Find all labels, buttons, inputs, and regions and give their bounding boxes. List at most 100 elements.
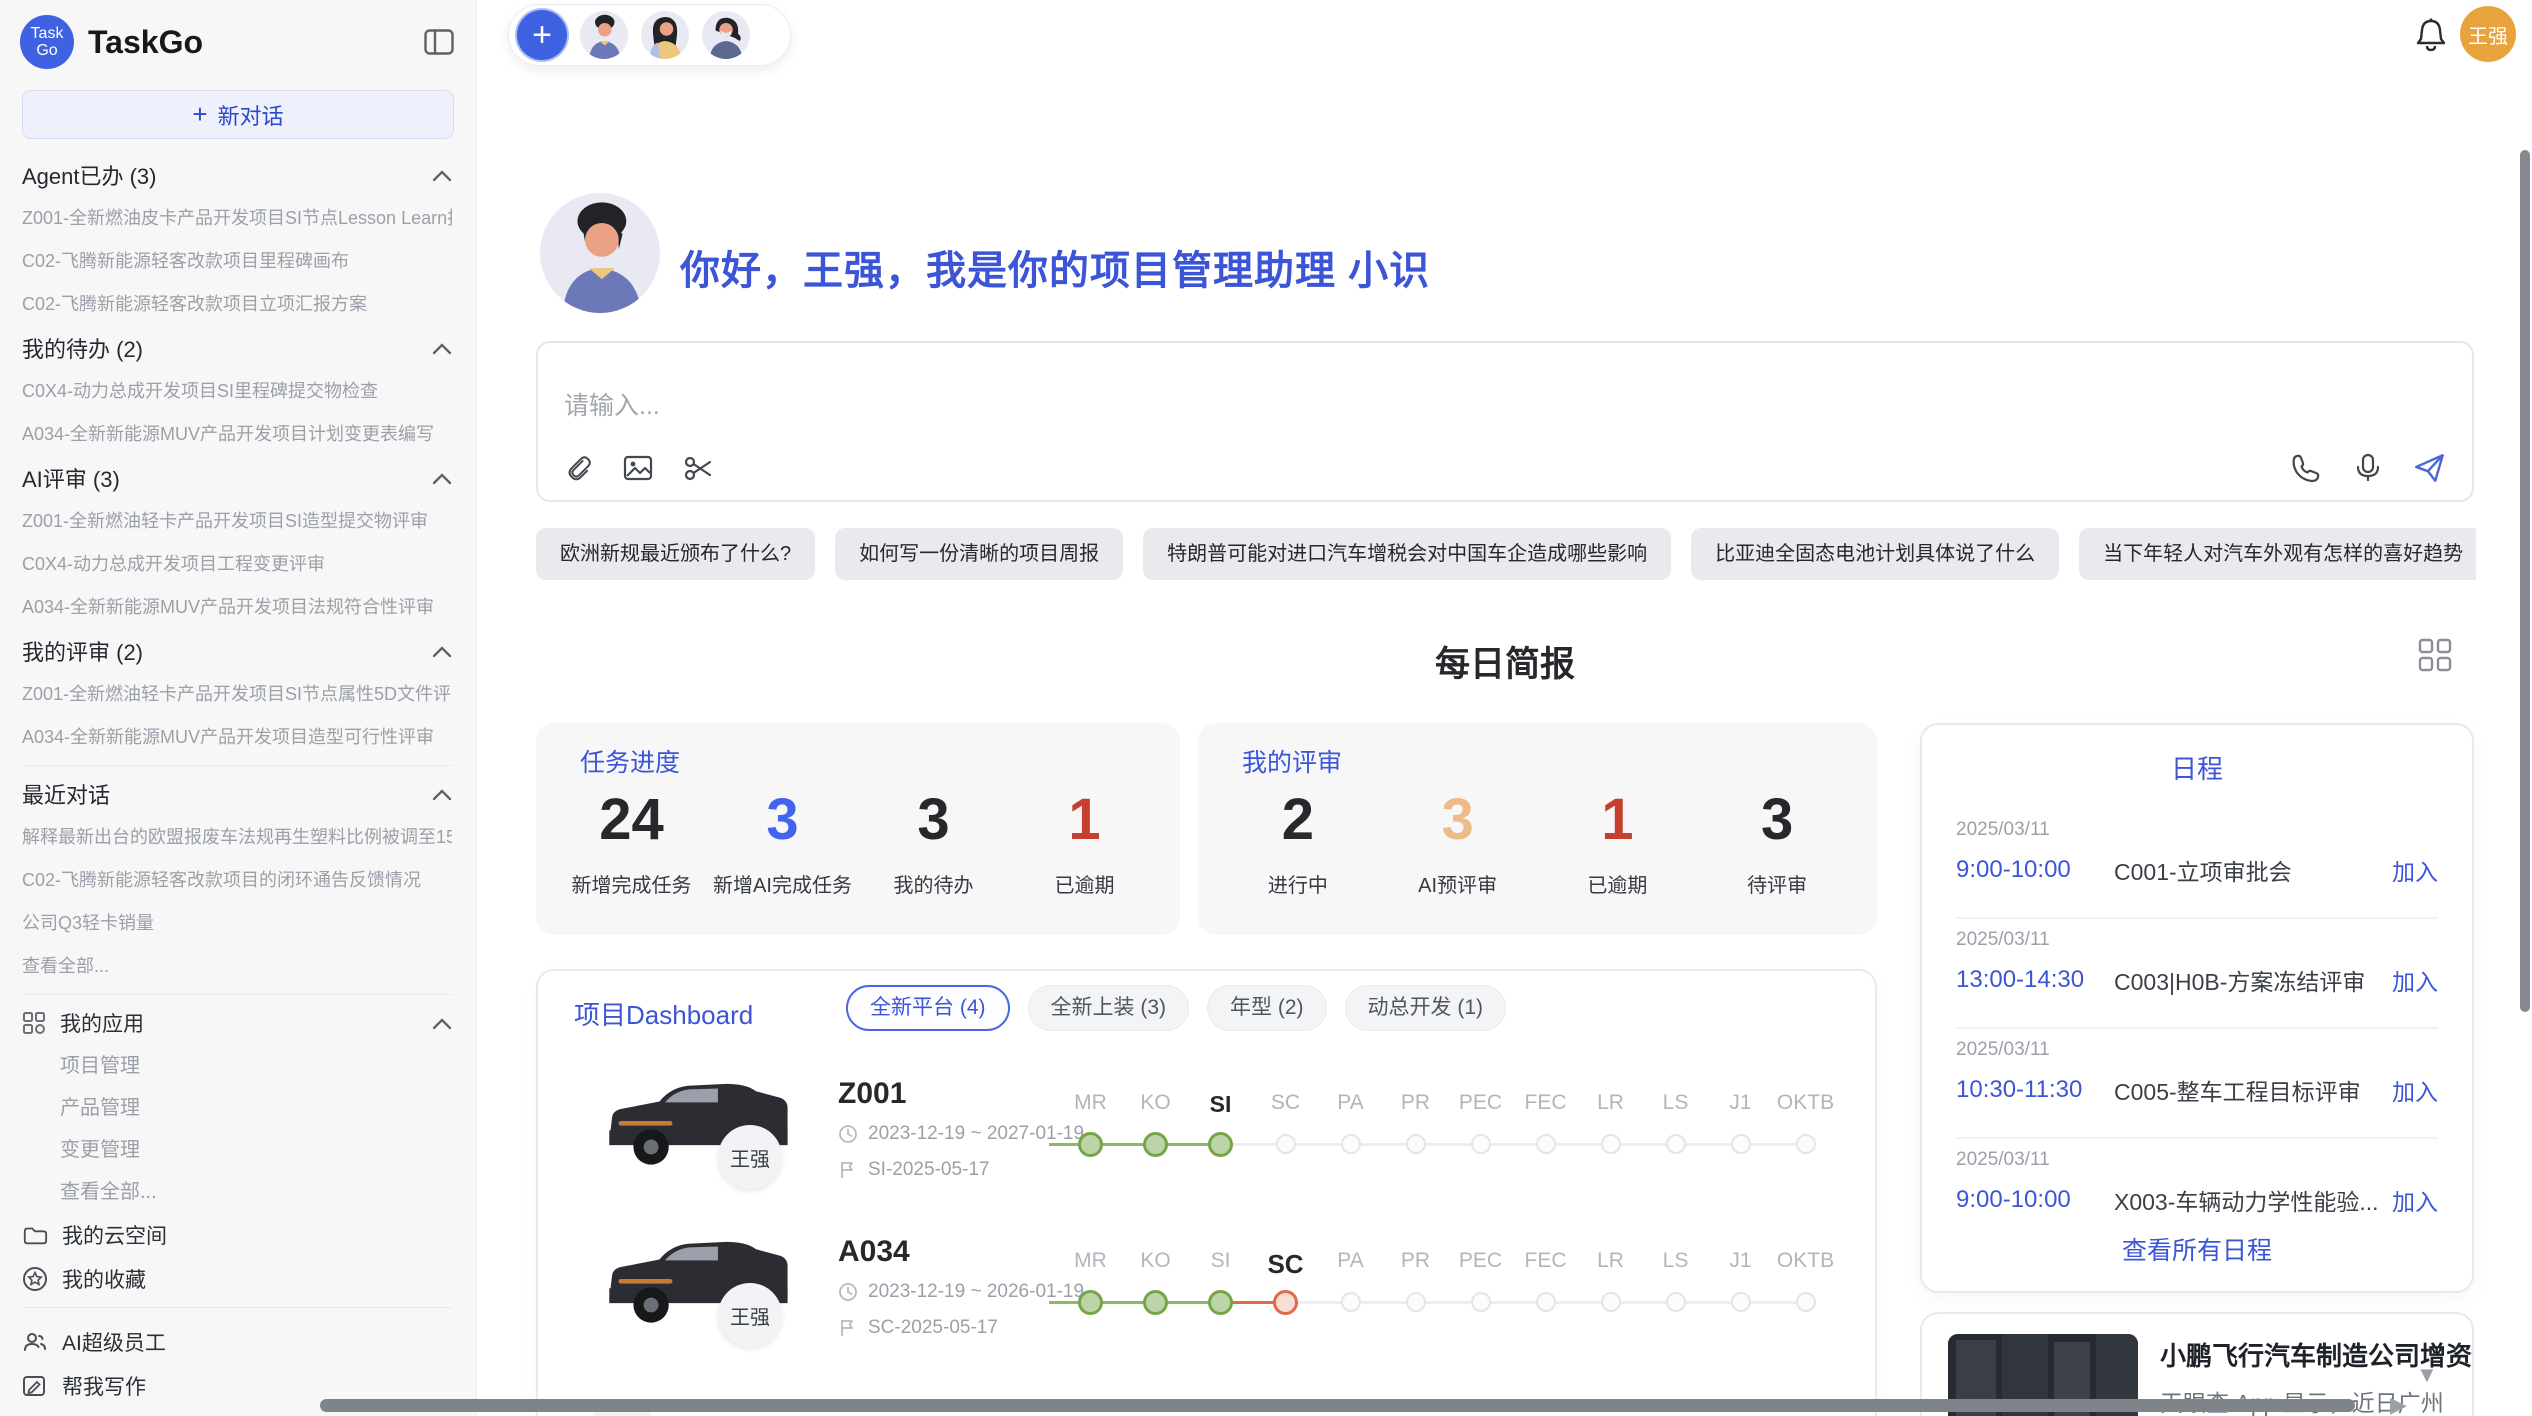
recent-chat-item[interactable]: C02-飞腾新能源轻客改款项目的闭环通告反馈情况: [22, 859, 452, 902]
app-title: TaskGo: [88, 24, 424, 61]
new-chat-button[interactable]: + 新对话: [22, 90, 454, 139]
project-row-z001[interactable]: 王强 Z001 2023-12-19 ~ 2027-01-19 SI-2025-…: [538, 1065, 1875, 1217]
schedule-item: 2025/03/11 9:00-10:00 C001-立项审批会 加入: [1956, 809, 2438, 919]
tab-powertrain[interactable]: 动总开发 (1): [1345, 985, 1507, 1031]
app-item-change-mgmt[interactable]: 变更管理: [22, 1129, 452, 1171]
suggestion-chip[interactable]: 如何写一份清晰的项目周报: [835, 528, 1123, 580]
milestone-dot: [1796, 1134, 1816, 1154]
join-link[interactable]: 加入: [2392, 1073, 2438, 1107]
microphone-icon[interactable]: [2350, 450, 2386, 486]
sidebar-item[interactable]: C02-飞腾新能源轻客改款项目立项汇报方案: [22, 283, 452, 326]
recent-chats-view-all[interactable]: 查看全部...: [22, 945, 452, 988]
sidebar-item[interactable]: Z001-全新燃油皮卡产品开发项目SI节点Lesson Learn报告: [22, 197, 452, 240]
tab-model-year[interactable]: 年型 (2): [1207, 985, 1327, 1031]
project-dates: 2023-12-19 ~ 2027-01-19: [838, 1123, 1084, 1145]
sidebar-item[interactable]: A034-全新新能源MUV产品开发项目计划变更表编写: [22, 413, 452, 456]
section-my-todo[interactable]: 我的待办 (2): [22, 326, 452, 370]
logo-line1: Task: [31, 25, 64, 42]
milestone-dot: [1471, 1292, 1491, 1312]
section-recent-chats[interactable]: 最近对话: [22, 772, 452, 816]
project-dashboard-card: 项目Dashboard 全新平台 (4) 全新上装 (3) 年型 (2) 动总开…: [536, 969, 1877, 1416]
stat: 2进行中: [1218, 785, 1378, 898]
sidebar-item[interactable]: Z001-全新燃油轻卡产品开发项目SI造型提交物评审: [22, 500, 452, 543]
chevron-up-icon: [432, 1017, 452, 1030]
add-session-button[interactable]: +: [517, 10, 567, 60]
app-item-product-mgmt[interactable]: 产品管理: [22, 1087, 452, 1129]
my-favorites[interactable]: 我的收藏: [22, 1257, 452, 1301]
join-link[interactable]: 加入: [2392, 853, 2438, 887]
image-icon[interactable]: [620, 450, 656, 486]
milestone-dot: [1208, 1132, 1233, 1157]
suggestion-chip[interactable]: 特朗普可能对进口汽车增税会对中国车企造成哪些影响: [1143, 528, 1671, 580]
apps-view-all[interactable]: 查看全部...: [22, 1171, 452, 1213]
section-ai-review[interactable]: AI评审 (3): [22, 456, 452, 500]
schedule-title: 日程: [1922, 749, 2472, 786]
my-apps-header[interactable]: 我的应用: [22, 1001, 452, 1045]
section-my-review[interactable]: 我的评审 (2): [22, 629, 452, 673]
sidebar-item[interactable]: A034-全新新能源MUV产品开发项目造型可行性评审: [22, 716, 452, 759]
layout-grid-icon[interactable]: [2416, 636, 2454, 674]
scissors-icon[interactable]: [680, 450, 716, 486]
tab-new-body[interactable]: 全新上装 (3): [1028, 985, 1190, 1031]
recent-chat-item[interactable]: 公司Q3轻卡销量: [22, 902, 452, 945]
avatar[interactable]: [641, 11, 689, 59]
collapse-sidebar-icon[interactable]: [424, 29, 454, 56]
project-row-a034[interactable]: 王强 A034 2023-12-19 ~ 2026-01-19 SC-2025-…: [538, 1223, 1875, 1375]
my-cloud-space[interactable]: 我的云空间: [22, 1213, 452, 1257]
schedule-date: 2025/03/11: [1956, 1039, 2438, 1061]
sidebar-item[interactable]: C0X4-动力总成开发项目工程变更评审: [22, 543, 452, 586]
suggestion-chip[interactable]: 欧洲新规最近颁布了什么?: [536, 528, 815, 580]
milestone-dot: [1276, 1134, 1296, 1154]
divider: [22, 765, 452, 766]
milestone-dot: [1731, 1292, 1751, 1312]
card-title: 任务进度: [580, 743, 680, 779]
ai-super-staff[interactable]: AI超级员工: [22, 1320, 452, 1364]
schedule-time: 13:00-14:30: [1956, 966, 2114, 994]
milestone-dot: [1078, 1290, 1103, 1315]
milestone-labels: MRKOSISCPAPRPECFECLRLSJ1OKTB: [1058, 1091, 1838, 1118]
scroll-down-arrow[interactable]: ▼: [2416, 1362, 2438, 1388]
stat: 1已逾期: [1009, 785, 1160, 898]
project-owner-badge: 王强: [718, 1125, 782, 1189]
recent-chat-item[interactable]: 解释最新出台的欧盟报废车法规再生塑料比例被调至15%...: [22, 816, 452, 859]
sidebar-item[interactable]: C0X4-动力总成开发项目SI里程碑提交物检查: [22, 370, 452, 413]
sidebar-item[interactable]: C02-飞腾新能源轻客改款项目里程碑画布: [22, 240, 452, 283]
project-code: Z001: [838, 1077, 906, 1111]
notifications-bell-icon[interactable]: [2414, 17, 2448, 53]
chevron-up-icon: [432, 788, 452, 801]
app-window: Task Go TaskGo + 新对话 Agent已办 (3) Z001-全新…: [0, 0, 2532, 1416]
chat-input[interactable]: [562, 391, 2066, 422]
section-agent-done[interactable]: Agent已办 (3): [22, 153, 452, 197]
plus-icon: +: [532, 16, 552, 55]
schedule-date: 2025/03/11: [1956, 929, 2438, 951]
vertical-scrollbar-thumb[interactable]: [2520, 150, 2530, 1012]
avatar[interactable]: [702, 11, 750, 59]
milestone-dot: [1731, 1134, 1751, 1154]
milestone-dot: [1406, 1292, 1426, 1312]
phone-call-icon[interactable]: [2288, 450, 2324, 486]
milestone-dot: [1666, 1134, 1686, 1154]
user-avatar[interactable]: 王强: [2460, 6, 2516, 62]
milestone-dot: [1601, 1134, 1621, 1154]
suggestion-chip[interactable]: 当下年轻人对汽车外观有怎样的喜好趋势: [2079, 528, 2476, 580]
sidebar-item[interactable]: Z001-全新燃油轻卡产品开发项目SI节点属性5D文件评审: [22, 673, 452, 716]
sidebar-item[interactable]: A034-全新新能源MUV产品开发项目法规符合性评审: [22, 586, 452, 629]
app-item-project-mgmt[interactable]: 项目管理: [22, 1045, 452, 1087]
tab-new-platform[interactable]: 全新平台 (4): [846, 985, 1010, 1031]
new-chat-label: 新对话: [218, 99, 284, 131]
avatar[interactable]: [580, 11, 628, 59]
horizontal-scrollbar-thumb[interactable]: [320, 1399, 2355, 1412]
schedule-time: 9:00-10:00: [1956, 1186, 2114, 1214]
project-code: A034: [838, 1235, 910, 1269]
join-link[interactable]: 加入: [2392, 1183, 2438, 1217]
milestone-labels: MRKOSISCPAPRPECFECLRLSJ1OKTB: [1058, 1249, 1838, 1280]
attachment-icon[interactable]: [560, 450, 596, 486]
milestone-dot: [1536, 1134, 1556, 1154]
view-all-schedule-link[interactable]: 查看所有日程: [1922, 1231, 2472, 1267]
news-title: 小鹏飞行汽车制造公司增资: [2160, 1336, 2460, 1373]
suggestion-chip[interactable]: 比亚迪全固态电池计划具体说了什么: [1691, 528, 2059, 580]
milestone-dot: [1796, 1292, 1816, 1312]
scroll-right-arrow[interactable]: ▶: [2390, 1392, 2407, 1416]
join-link[interactable]: 加入: [2392, 963, 2438, 997]
send-icon[interactable]: [2412, 450, 2448, 486]
